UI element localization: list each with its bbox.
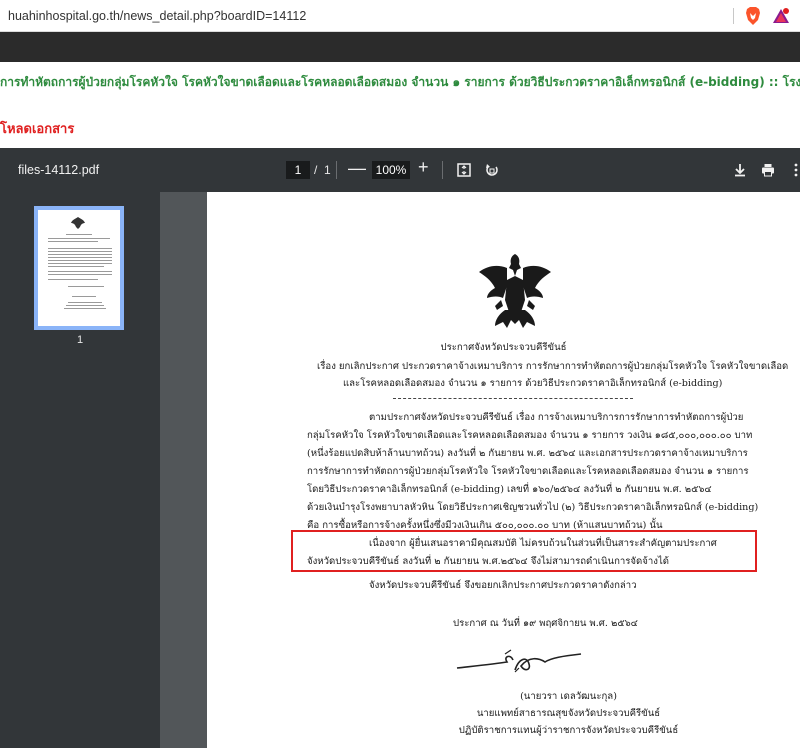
thumb-line bbox=[66, 234, 92, 235]
thumb-line bbox=[48, 251, 112, 252]
signatory-title: นายแพทย์สาธารณสุขจังหวัดประจวบคีรีขันธ์ bbox=[476, 708, 661, 719]
rotate-icon[interactable] bbox=[482, 160, 502, 180]
address-bar[interactable]: huahinhospital.go.th/news_detail.php?boa… bbox=[0, 0, 800, 32]
subject-line-1: เรื่อง ยกเลิกประกาศ ประกวดราคาจ้างเหมาบร… bbox=[317, 361, 789, 372]
zoom-level-input[interactable]: 100% bbox=[372, 161, 410, 179]
cancel-statement: จังหวัดประจวบคีรีขันธ์ จึงขอยกเลิกประกาศ… bbox=[369, 580, 637, 591]
thumb-line bbox=[48, 271, 112, 272]
highlight-line-2: จังหวัดประจวบคีรีขันธ์ ลงวันที่ ๒ กันยาย… bbox=[307, 556, 670, 567]
thumbnail-sidebar: 1 bbox=[0, 192, 160, 748]
body-line: กลุ่มโรคหัวใจ โรคหัวใจขาดเลือดและโรคหลอด… bbox=[307, 430, 753, 441]
toolbar-divider bbox=[442, 161, 443, 179]
thumb-line bbox=[48, 248, 112, 249]
date-line: ประกาศ ณ วันที่ ๑๙ พฤศจิกายน พ.ศ. ๒๕๖๔ bbox=[453, 618, 638, 629]
thumb-line bbox=[68, 286, 104, 287]
garuda-emblem-thumb bbox=[71, 217, 85, 229]
body-line: ด้วยเงินบำรุงโรงพยาบาลหัวหิน โดยวิธีประก… bbox=[307, 502, 759, 513]
pdf-filename: files-14112.pdf bbox=[18, 163, 100, 177]
signature bbox=[456, 649, 582, 673]
separator-line bbox=[393, 398, 633, 399]
pdf-page: ประกาศจังหวัดประจวบคีรีขันธ์ เรื่อง ยกเล… bbox=[207, 192, 800, 748]
thumbnail-page-number: 1 bbox=[76, 334, 84, 346]
site-header-bar bbox=[0, 32, 800, 62]
more-vert-icon[interactable] bbox=[786, 160, 800, 180]
news-title: การทำหัตถการผู้ป่วยกลุ่มโรคหัวใจ โรคหัวใ… bbox=[0, 75, 800, 89]
body-line: (หนึ่งร้อยแปดสิบห้าล้านบาทถ้วน) ลงวันที่… bbox=[307, 448, 748, 459]
download-document-link[interactable]: โหลดเอกสาร bbox=[0, 118, 74, 139]
thumb-line bbox=[48, 254, 112, 255]
toolbar-divider bbox=[336, 161, 337, 179]
total-pages: 1 bbox=[324, 163, 331, 177]
subject-line-2: และโรคหลอดเลือดสมอง จำนวน ๑ รายการ ด้วยว… bbox=[343, 378, 723, 389]
divider bbox=[733, 7, 734, 24]
brave-lion-icon[interactable] bbox=[744, 6, 762, 25]
thumb-line bbox=[72, 296, 96, 297]
url-text[interactable]: huahinhospital.go.th/news_detail.php?boa… bbox=[0, 9, 733, 23]
page-separator: / bbox=[314, 163, 318, 177]
page-number-input[interactable]: 1 bbox=[286, 161, 310, 179]
signatory-role: ปฏิบัติราชการแทนผู้ว่าราชการจังหวัดประจว… bbox=[458, 725, 679, 736]
thumb-line bbox=[48, 266, 104, 267]
thumb-line bbox=[48, 274, 112, 275]
print-icon[interactable] bbox=[758, 160, 778, 180]
page-count: / 1 bbox=[314, 163, 331, 177]
body-line: ตามประกาศจังหวัดประจวบคีรีขันธ์ เรื่อง ก… bbox=[369, 412, 744, 423]
thumb-line bbox=[48, 263, 112, 264]
thumb-line bbox=[48, 241, 98, 242]
highlight-line-1: เนื่องจาก ผู้ยื่นเสนอราคามีคุณสมบัติ ไม่… bbox=[369, 538, 717, 549]
zoom-out-button[interactable]: — bbox=[348, 158, 366, 179]
pdf-toolbar: files-14112.pdf 1 / 1 — 100% + bbox=[0, 148, 800, 192]
rewards-triangle-icon[interactable] bbox=[772, 7, 790, 25]
signatory-name: (นายวรา เดลวัฒนะกุล) bbox=[520, 691, 617, 702]
page-thumbnail[interactable] bbox=[34, 206, 124, 330]
thumb-line bbox=[48, 238, 110, 239]
garuda-emblem bbox=[479, 254, 551, 328]
fit-page-icon[interactable] bbox=[454, 160, 474, 180]
body-line: โดยวิธีประกวดราคาอิเล็กทรอนิกส์ (e-biddi… bbox=[307, 484, 712, 495]
announcement-heading: ประกาศจังหวัดประจวบคีรีขันธ์ bbox=[440, 342, 567, 353]
download-icon[interactable] bbox=[730, 160, 750, 180]
thumb-line bbox=[68, 302, 102, 303]
thumb-line bbox=[66, 305, 104, 306]
thumb-line bbox=[48, 257, 112, 258]
thumb-line bbox=[48, 279, 98, 280]
body-line: การรักษาการทำหัตถการผู้ป่วยกลุ่มโรคหัวใจ… bbox=[307, 466, 749, 477]
thumb-line bbox=[64, 308, 106, 309]
pdf-viewer: files-14112.pdf 1 / 1 — 100% + 1 ประกาศจ… bbox=[0, 148, 800, 748]
zoom-in-button[interactable]: + bbox=[418, 157, 429, 178]
thumb-line bbox=[48, 260, 112, 261]
